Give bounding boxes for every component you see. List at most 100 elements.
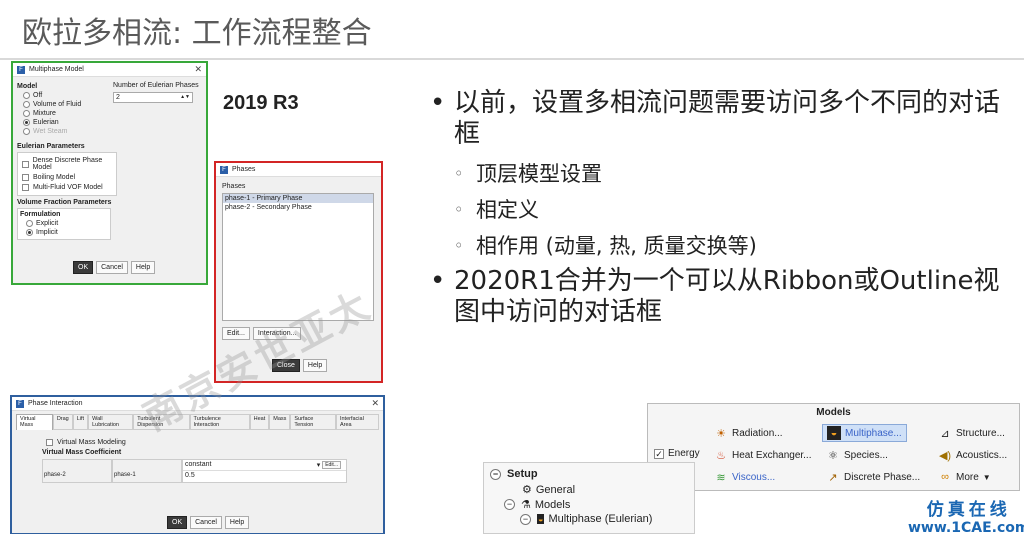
viscous-icon: ≋ [716,471,726,484]
checkbox-dense-dpm[interactable]: Dense Discrete Phase Model [22,157,116,171]
bullet-list: • 以前，设置多相流问题需要访问多个不同的对话框 ◦ 顶层模型设置 ◦ 相定义 ◦ 相作… [430,88,1020,328]
collapse-icon[interactable]: − [520,513,531,525]
close-icon[interactable]: ✕ [194,64,202,75]
structure-button[interactable]: ⊿ Structure... [938,426,1005,440]
radio-implicit[interactable]: Implicit [26,229,108,236]
outline-tree: − Setup ⚙ General − ⚗ Models − ◒ Multiphase (E… [483,462,695,534]
bullet-dot-icon: • [430,266,446,296]
vf-parameters-label: Volume Fraction Parameters [17,199,112,206]
radio-circle[interactable] [23,101,30,108]
coefficient-label: Virtual Mass Coefficient [42,449,122,456]
checkbox-virtual-mass[interactable]: Virtual Mass Modeling [46,439,353,446]
version-label: 2019 R3 [223,92,299,114]
energy-checkbox[interactable]: ✓ Energy [654,448,700,459]
collapse-icon[interactable]: − [504,499,515,510]
close-icon[interactable]: ✕ [371,398,379,409]
chevron-down-icon[interactable]: ▾ [317,461,321,469]
multiphase-icon: ◒ [537,514,545,524]
tab-lift[interactable]: Lift [72,414,89,430]
tab-wall-lubrication[interactable]: Wall Lubrication [88,414,134,430]
species-button[interactable]: ⚛ Species... [826,448,888,462]
cancel-button[interactable]: Cancel [96,261,128,274]
radio-circle-selected[interactable] [23,119,30,126]
multiphase-icon: ◒ [827,426,841,440]
tree-item-setup[interactable]: − Setup [490,468,538,480]
heat-exchanger-icon: ♨ [716,449,726,462]
radiation-icon: ☀ [716,427,726,440]
dialog-title: Multiphase Model [29,66,84,73]
method-select[interactable]: constant [185,461,211,469]
model-label: Model [17,83,38,90]
edit-button[interactable]: Edit... [322,461,341,469]
num-phases-input[interactable]: 2 ▲▼ [113,92,193,103]
slide-title: 欧拉多相流: 工作流程整合 [22,16,372,51]
radio-explicit[interactable]: Explicit [26,220,108,227]
ribbon-header: Models [816,407,851,418]
acoustics-icon: ◀) [938,449,952,462]
method-cell: constant ▾ Edit... 0.5 [182,459,347,483]
radio-mixture[interactable]: Mixture [23,110,113,117]
tab-mass[interactable]: Mass [269,414,291,430]
checkmark-icon[interactable]: ✓ [654,448,664,459]
title-divider [0,58,1024,60]
radio-eulerian[interactable]: Eulerian [23,119,113,126]
coefficient-input[interactable]: 0.5 [183,471,346,480]
tree-item-multiphase[interactable]: − ◒ Multiphase (Eulerian) [520,513,652,525]
tab-virtual-mass[interactable]: Virtual Mass [16,414,53,430]
bullet-dot-icon: • [430,88,446,118]
radio-off[interactable]: Off [23,92,113,99]
multiphase-model-dialog: F Multiphase Model ✕ Model Off Volume of… [11,61,208,285]
heat-exchanger-button[interactable]: ♨ Heat Exchanger... [714,448,811,462]
sub-bullet-1: ◦ 顶层模型设置 [454,156,1020,192]
fluent-app-icon: F [220,165,228,174]
tab-interfacial-area[interactable]: Interfacial Area [335,414,379,430]
multiphase-button[interactable]: ◒ Multiphase... [822,424,907,442]
dialog-title: Phases [232,166,256,173]
num-phases-label: Number of Eulerian Phases [113,82,199,89]
help-button[interactable]: Help [224,516,250,529]
more-icon: ∞ [941,471,949,483]
tab-surface-tension[interactable]: Surface Tension [290,414,336,430]
structure-icon: ⊿ [940,427,950,440]
radio-circle[interactable] [23,92,30,99]
formulation-label: Formulation [20,211,61,218]
phase-b-cell: phase-1 [114,472,136,478]
circle-bullet-icon: ◦ [454,236,464,255]
eulerian-options-group: Dense Discrete Phase Model Boiling Model… [17,152,117,196]
dialog-titlebar: F Multiphase Model ✕ [13,63,206,77]
discrete-phase-button[interactable]: ↗ Discrete Phase... [826,470,920,484]
cancel-button[interactable]: Cancel [190,516,222,529]
list-item-phase-1[interactable]: phase-1 - Primary Phase [223,194,373,203]
acoustics-button[interactable]: ◀) Acoustics... [938,448,1007,462]
radio-circle [23,128,30,135]
ok-button[interactable]: OK [167,516,188,529]
general-icon: ⚙ [522,484,532,496]
radio-wet-steam: Wet Steam [23,128,113,135]
radio-vof[interactable]: Volume of Fluid [23,101,113,108]
checkbox-multifluid-vof[interactable]: Multi-Fluid VOF Model [22,184,116,191]
watermark-line-1: 仿真在线 [926,500,1011,520]
radio-circle[interactable] [23,110,30,117]
collapse-icon[interactable]: − [490,468,501,480]
tree-item-models[interactable]: − ⚗ Models [504,498,570,511]
tree-item-general[interactable]: ⚙ General [522,483,575,497]
tab-heat[interactable]: Heat [249,414,270,430]
chevron-down-icon[interactable]: ▼ [983,473,991,482]
help-button[interactable]: Help [130,261,156,274]
species-icon: ⚛ [828,449,838,462]
list-item-phase-2[interactable]: phase-2 - Secondary Phase [223,203,373,212]
discrete-phase-icon: ↗ [828,471,838,484]
ok-button[interactable]: OK [73,261,94,274]
sub-bullet-2: ◦ 相定义 [454,192,1020,228]
circle-bullet-icon: ◦ [454,164,464,183]
more-button[interactable]: ∞ More ▼ [938,470,991,484]
checkbox-boiling[interactable]: Boiling Model [22,174,116,181]
spinner-icon[interactable]: ▲▼ [180,93,190,102]
sub-bullet-3: ◦ 相作用 (动量, 热, 质量交换等) [454,228,1020,264]
formulation-group: Formulation Explicit Implicit [17,208,111,240]
tab-drag[interactable]: Drag [52,414,73,430]
fluent-app-icon: F [17,65,25,74]
radiation-button[interactable]: ☀ Radiation... [714,426,783,440]
phases-list-label: Phases [222,183,246,190]
viscous-button[interactable]: ≋ Viscous... [714,470,775,484]
